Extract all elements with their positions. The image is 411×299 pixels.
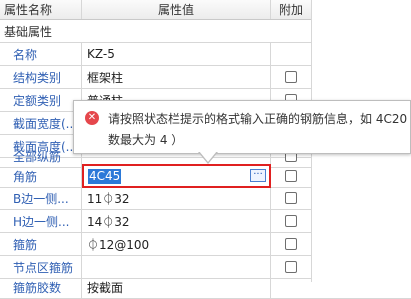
corner-rebar-editor[interactable]: 4C45 ···: [82, 164, 271, 188]
row-extra: [271, 233, 311, 255]
row-name: 全部纵筋: [0, 145, 82, 167]
append-checkbox[interactable]: [285, 71, 297, 83]
row-name: 名称: [0, 43, 82, 65]
row-extra: [271, 187, 311, 209]
row-extra: [271, 276, 311, 298]
append-checkbox[interactable]: [285, 192, 297, 204]
row-value[interactable]: 框架柱: [82, 66, 271, 88]
row-name: 结构类别: [0, 66, 82, 88]
ellipsis-button[interactable]: ···: [250, 169, 266, 182]
row-name: 定额类别: [0, 89, 82, 111]
row-name: 角筋: [0, 165, 82, 187]
row-value[interactable]: KZ-5: [82, 43, 271, 65]
tooltip-message: 请按照状态栏提示的格式输入正确的钢筋信息，如 4C20 数最大为 4 ）: [108, 112, 408, 147]
row-value[interactable]: [82, 256, 271, 278]
row-extra: [271, 66, 311, 88]
row-extra: [271, 43, 311, 65]
append-checkbox[interactable]: [285, 215, 297, 227]
validation-tooltip: ✕ 请按照状态栏提示的格式输入正确的钢筋信息，如 4C20 数最大为 4 ）: [73, 100, 411, 154]
row-extra: [271, 165, 311, 187]
tooltip-tail-inner: [199, 151, 217, 162]
row-name: H边一侧...: [0, 210, 82, 232]
row-name: 截面宽度(...: [0, 112, 82, 134]
append-checkbox[interactable]: [285, 170, 297, 182]
row-name: 箍筋胶数: [0, 276, 82, 298]
row-name: 箍筋: [0, 233, 82, 255]
row-name: B边一侧...: [0, 187, 82, 209]
selected-input-text[interactable]: 4C45: [88, 169, 122, 184]
row-value[interactable]: 11⏀32: [82, 187, 271, 209]
header-property-value: 属性值: [82, 0, 271, 19]
header-extra: 附加: [278, 3, 303, 17]
append-checkbox[interactable]: [285, 238, 297, 250]
row-extra: [271, 256, 311, 278]
row-value[interactable]: 按截面: [82, 276, 271, 298]
group-label: 基础属性: [4, 24, 53, 39]
header-property-name: 属性名称: [0, 0, 82, 19]
append-checkbox[interactable]: [285, 261, 297, 273]
error-icon: ✕: [85, 111, 99, 125]
row-value[interactable]: ⏀12@100: [82, 233, 271, 255]
row-value[interactable]: 14⏀32: [82, 210, 271, 232]
row-extra: [271, 210, 311, 232]
row-name: 节点区箍筋: [0, 256, 82, 278]
